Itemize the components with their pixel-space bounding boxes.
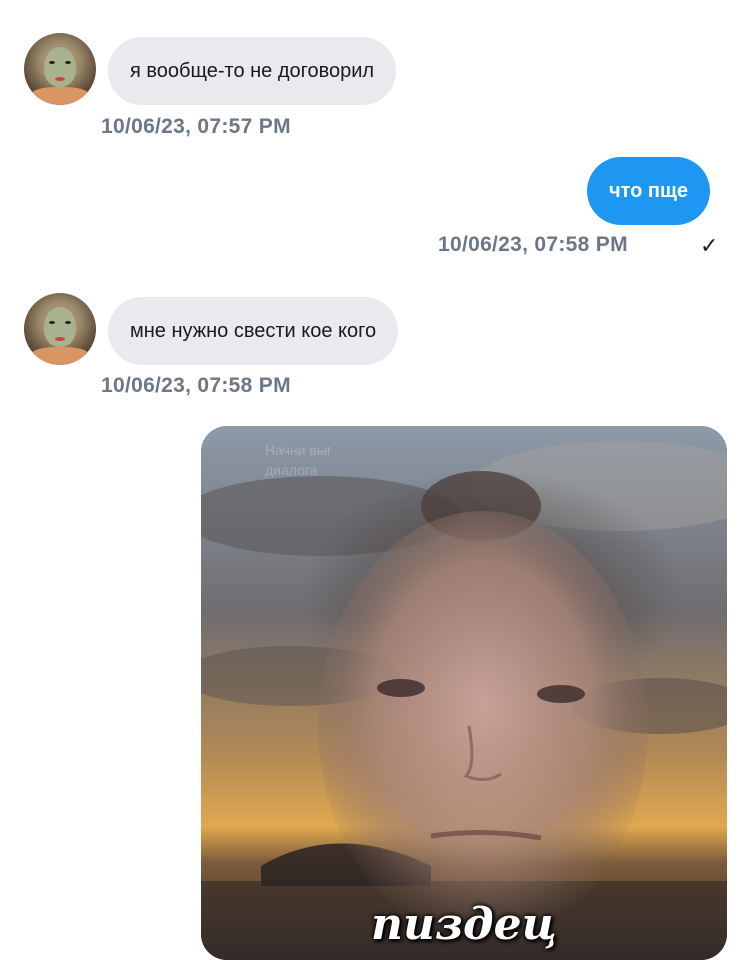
meme-photo bbox=[201, 426, 727, 960]
message-bubble-outgoing[interactable]: что пще bbox=[587, 157, 710, 225]
contact-avatar[interactable] bbox=[24, 293, 96, 365]
contact-avatar[interactable] bbox=[24, 33, 96, 105]
message-image[interactable]: Начни выг диалога пиздец bbox=[201, 426, 727, 960]
message-timestamp: 10/06/23, 07:57 PM bbox=[101, 115, 291, 138]
message-bubble-incoming[interactable]: мне нужно свести кое кого bbox=[108, 297, 399, 365]
message-timestamp: 10/06/23, 07:58 PM bbox=[438, 233, 628, 256]
message-bubble-incoming[interactable]: я вообще-то не договорил bbox=[108, 37, 397, 105]
image-watermark: Начни выг диалога bbox=[265, 442, 332, 478]
meme-caption: пиздец bbox=[371, 899, 557, 950]
message-timestamp: 10/06/23, 07:58 PM bbox=[101, 374, 291, 397]
checkmark-icon: ✓ bbox=[700, 233, 719, 258]
